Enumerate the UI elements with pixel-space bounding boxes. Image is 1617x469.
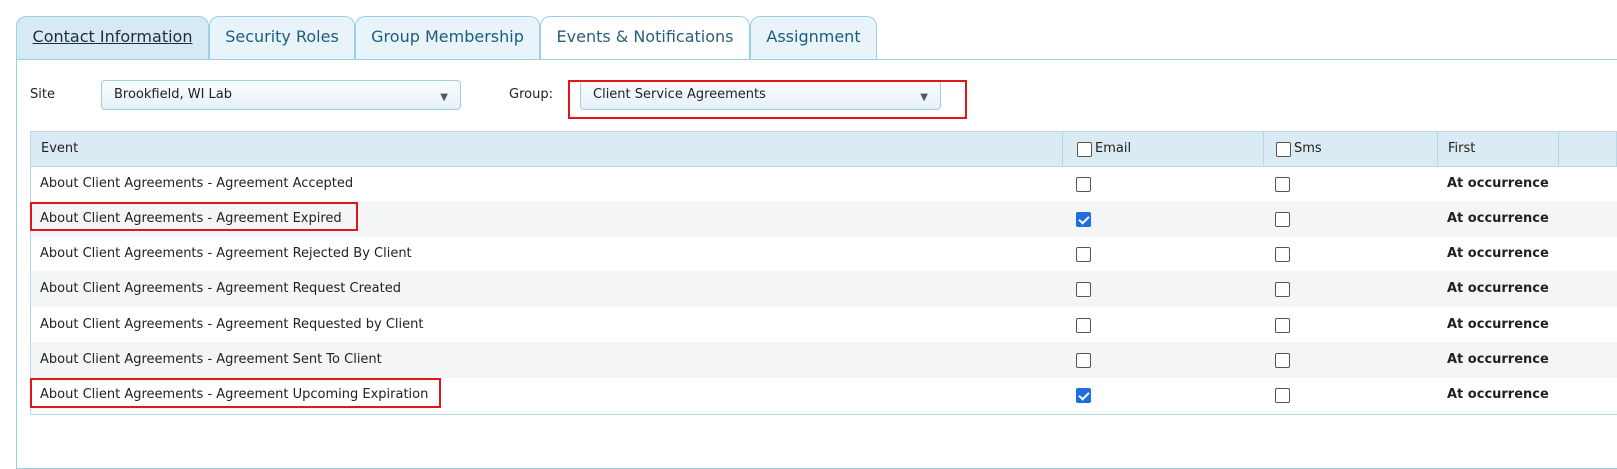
tab-events-notifications[interactable]: Events & Notifications xyxy=(540,16,750,61)
event-name: About Client Agreements - Agreement Upco… xyxy=(40,387,429,402)
table-row[interactable]: About Client Agreements - Agreement Sent… xyxy=(30,342,1617,378)
email-checkbox[interactable] xyxy=(1076,318,1091,333)
tab-security-roles[interactable]: Security Roles xyxy=(209,16,355,60)
group-select[interactable]: Client Service Agreements ▼ xyxy=(580,80,941,110)
tab-contact-information[interactable]: Contact Information xyxy=(16,16,209,60)
sms-checkbox[interactable] xyxy=(1275,318,1290,333)
first-link[interactable]: At occurrence xyxy=(1447,201,1549,237)
header-sms-checkbox[interactable] xyxy=(1276,142,1291,157)
email-checkbox[interactable] xyxy=(1076,212,1091,227)
tab-assignment[interactable]: Assignment xyxy=(750,16,877,60)
table-row[interactable]: About Client Agreements - Agreement Expi… xyxy=(30,201,1617,237)
sms-checkbox[interactable] xyxy=(1275,212,1290,227)
caret-down-icon: ▼ xyxy=(920,92,928,103)
event-name: About Client Agreements - Agreement Sent… xyxy=(40,352,382,367)
first-link[interactable]: At occurrence xyxy=(1447,166,1549,202)
grid-header: Event Email Sms First xyxy=(30,131,1617,167)
event-name: About Client Agreements - Agreement Expi… xyxy=(40,211,342,226)
email-checkbox[interactable] xyxy=(1076,282,1091,297)
first-link[interactable]: At occurrence xyxy=(1447,307,1549,343)
site-label: Site xyxy=(30,87,55,102)
site-select[interactable]: Brookfield, WI Lab ▼ xyxy=(101,80,461,110)
tab-group-membership[interactable]: Group Membership xyxy=(355,16,540,60)
table-row[interactable]: About Client Agreements - Agreement Requ… xyxy=(30,271,1617,307)
email-checkbox[interactable] xyxy=(1076,353,1091,368)
sms-checkbox[interactable] xyxy=(1275,388,1290,403)
email-checkbox[interactable] xyxy=(1076,177,1091,192)
table-row[interactable]: About Client Agreements - Agreement Acce… xyxy=(30,166,1617,202)
event-name: About Client Agreements - Agreement Reje… xyxy=(40,246,412,261)
email-checkbox[interactable] xyxy=(1076,247,1091,262)
grid-bottom-border xyxy=(30,414,1617,415)
header-event: Event xyxy=(41,141,79,156)
group-label: Group: xyxy=(509,87,553,102)
event-name: About Client Agreements - Agreement Acce… xyxy=(40,176,354,191)
first-link[interactable]: At occurrence xyxy=(1447,342,1549,378)
header-first: First xyxy=(1448,141,1476,156)
header-email-checkbox[interactable] xyxy=(1077,142,1092,157)
group-select-value: Client Service Agreements xyxy=(593,87,766,102)
sms-checkbox[interactable] xyxy=(1275,247,1290,262)
first-link[interactable]: At occurrence xyxy=(1447,377,1549,413)
grid-left-border xyxy=(30,131,31,415)
sms-checkbox[interactable] xyxy=(1275,282,1290,297)
first-link[interactable]: At occurrence xyxy=(1447,236,1549,272)
table-row[interactable]: About Client Agreements - Agreement Upco… xyxy=(30,377,1617,413)
header-sms: Sms xyxy=(1294,141,1322,156)
event-name: About Client Agreements - Agreement Requ… xyxy=(40,281,401,296)
header-email: Email xyxy=(1095,141,1132,156)
sms-checkbox[interactable] xyxy=(1275,353,1290,368)
table-row[interactable]: About Client Agreements - Agreement Requ… xyxy=(30,307,1617,343)
caret-down-icon: ▼ xyxy=(440,92,448,103)
first-link[interactable]: At occurrence xyxy=(1447,271,1549,307)
event-name: About Client Agreements - Agreement Requ… xyxy=(40,317,424,332)
site-select-value: Brookfield, WI Lab xyxy=(114,87,233,102)
sms-checkbox[interactable] xyxy=(1275,177,1290,192)
table-row[interactable]: About Client Agreements - Agreement Reje… xyxy=(30,236,1617,272)
email-checkbox[interactable] xyxy=(1076,388,1091,403)
